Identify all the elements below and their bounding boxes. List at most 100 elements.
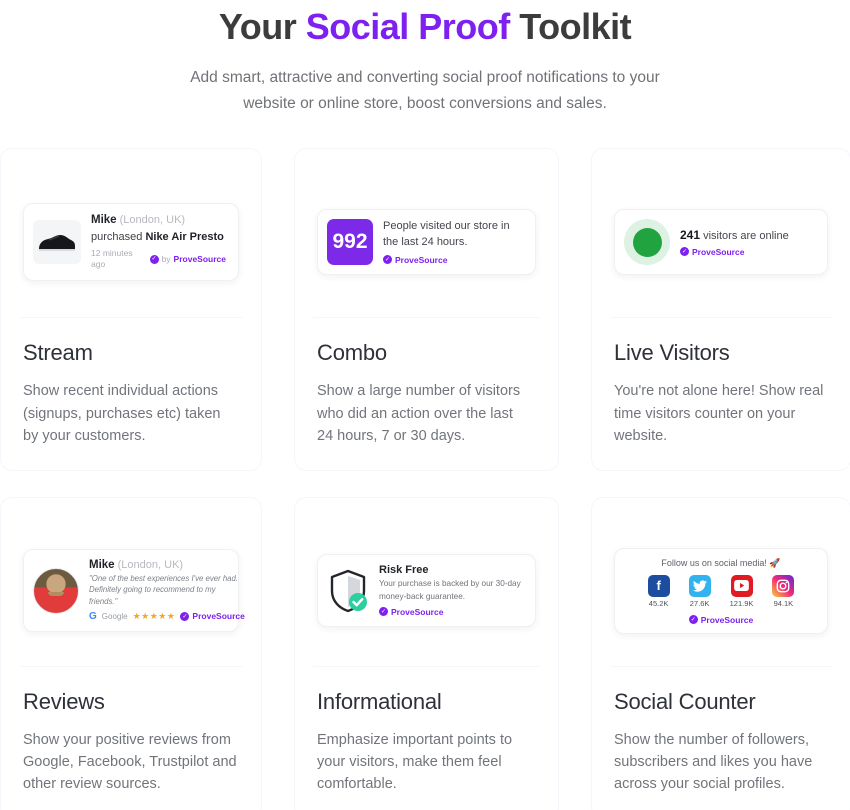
user-avatar-photo — [33, 567, 79, 614]
review-footer: G Google ★★★★★ ✓ ProveSource — [89, 611, 245, 622]
instagram-count: 94.1K — [773, 598, 794, 608]
card-divider — [19, 317, 243, 319]
combo-notification[interactable]: 992 People visited our store in the last… — [317, 209, 536, 276]
live-visitors-footer: ✓ ProveSource — [680, 247, 789, 257]
social-network-youtube[interactable]: 121.9K — [729, 574, 754, 608]
social-network-row: f 45.2K 27.6K 121.9K 94.1K — [647, 574, 795, 608]
verified-check-icon: ✓ — [383, 255, 392, 265]
review-text: Mike (London, UK) "One of the best exper… — [89, 559, 245, 622]
stream-by-label: by — [161, 253, 171, 264]
instagram-icon — [772, 574, 795, 597]
combo-count-badge: 992 — [327, 219, 373, 266]
stream-location: (London, UK) — [119, 214, 186, 227]
social-counter-notification[interactable]: Follow us on social media! 🚀 f 45.2K 27.… — [614, 547, 828, 634]
feature-card-stream[interactable]: Mike (London, UK) purchased Nike Air Pre… — [0, 148, 262, 471]
feature-card-social-counter[interactable]: Follow us on social media! 🚀 f 45.2K 27.… — [591, 496, 850, 810]
shield-check-icon — [327, 568, 369, 614]
feature-card-combo[interactable]: 992 People visited our store in the last… — [294, 148, 559, 471]
feature-card-informational[interactable]: Risk Free Your purchase is backed by our… — [294, 496, 559, 810]
card-description-informational: Emphasize important points to your visit… — [317, 731, 513, 793]
title-part-1: Your — [218, 6, 306, 47]
card-description-combo: Show a large number of visitors who did … — [317, 383, 521, 445]
review-widget-preview: Mike (London, UK) "One of the best exper… — [23, 516, 245, 666]
provesource-brand: ProveSource — [391, 606, 444, 617]
hero-section: Your Social Proof Toolkit Add smart, att… — [0, 0, 850, 116]
live-visitors-notification[interactable]: 241 visitors are online ✓ ProveSource — [614, 209, 828, 276]
youtube-count: 121.9K — [729, 598, 754, 608]
feature-card-grid: Mike (London, UK) purchased Nike Air Pre… — [0, 148, 850, 810]
combo-widget-preview: 992 People visited our store in the last… — [317, 167, 536, 317]
provesource-brand: ProveSource — [700, 614, 754, 625]
review-name-line: Mike (London, UK) — [89, 559, 245, 571]
card-divider — [19, 665, 243, 667]
review-source-label: Google — [101, 611, 128, 621]
card-title-combo: Combo — [317, 340, 387, 366]
sneaker-product-image — [33, 220, 81, 265]
stream-notification[interactable]: Mike (London, UK) purchased Nike Air Pre… — [23, 203, 239, 281]
combo-message: People visited our store in the last 24 … — [383, 220, 510, 248]
stream-widget-preview: Mike (London, UK) purchased Nike Air Pre… — [23, 167, 239, 317]
youtube-icon — [730, 574, 753, 597]
card-description-live-visitors: You're not alone here! Show real time vi… — [614, 383, 824, 445]
card-divider — [610, 317, 832, 319]
feature-card-reviews[interactable]: Mike (London, UK) "One of the best exper… — [0, 496, 262, 810]
twitter-icon — [688, 574, 711, 597]
stream-action-prefix: purchased — [91, 230, 146, 243]
informational-text: Risk Free Your purchase is backed by our… — [379, 564, 523, 617]
social-network-twitter[interactable]: 27.6K — [688, 574, 711, 608]
verified-check-icon: ✓ — [180, 611, 190, 621]
informational-widget-preview: Risk Free Your purchase is backed by our… — [317, 516, 536, 666]
feature-card-live-visitors[interactable]: 241 visitors are online ✓ ProveSource Li… — [591, 148, 850, 471]
live-visitors-count: 241 — [680, 227, 701, 242]
card-divider — [610, 665, 832, 667]
stream-name: Mike — [91, 214, 117, 227]
verified-check-icon: ✓ — [379, 607, 388, 617]
card-title-reviews: Reviews — [23, 688, 105, 714]
social-counter-footer: ✓ ProveSource — [688, 614, 754, 625]
verified-check-icon: ✓ — [680, 247, 689, 257]
page-subtitle: Add smart, attractive and converting soc… — [190, 69, 660, 112]
review-name: Mike — [89, 559, 115, 572]
stream-timestamp: 12 minutes ago — [91, 247, 133, 270]
provesource-brand: ProveSource — [192, 611, 245, 622]
combo-text: People visited our store in the last 24 … — [383, 219, 523, 265]
stream-product: Nike Air Presto — [145, 230, 224, 243]
review-notification[interactable]: Mike (London, UK) "One of the best exper… — [23, 549, 245, 632]
social-network-facebook[interactable]: f 45.2K — [647, 574, 670, 608]
review-brand-group: ✓ ProveSource — [180, 611, 245, 622]
verified-check-icon: ✓ — [149, 254, 159, 264]
verified-check-icon: ✓ — [688, 615, 698, 625]
informational-notification[interactable]: Risk Free Your purchase is backed by our… — [317, 554, 536, 627]
informational-footer: ✓ ProveSource — [379, 607, 523, 617]
informational-body: Your purchase is backed by our 30-day mo… — [379, 579, 521, 601]
review-star-rating: ★★★★★ — [132, 610, 176, 621]
card-title-social-counter: Social Counter — [614, 688, 756, 714]
card-title-live-visitors: Live Visitors — [614, 340, 730, 366]
card-description-reviews: Show your positive reviews from Google, … — [23, 731, 237, 793]
social-network-instagram[interactable]: 94.1K — [772, 574, 795, 608]
stream-text: Mike (London, UK) purchased Nike Air Pre… — [91, 213, 226, 270]
review-location: (London, UK) — [117, 559, 184, 572]
google-g-icon: G — [89, 610, 97, 622]
live-visitors-count-line: 241 visitors are online — [680, 228, 789, 242]
card-description-social-counter: Show the number of followers, subscriber… — [614, 731, 813, 793]
provesource-brand: ProveSource — [692, 246, 745, 257]
stream-name-line: Mike (London, UK) — [91, 213, 226, 229]
social-counter-heading: Follow us on social media! 🚀 — [661, 557, 781, 568]
social-counter-widget-preview: Follow us on social media! 🚀 f 45.2K 27.… — [614, 516, 828, 666]
page-title: Your Social Proof Toolkit — [0, 4, 850, 49]
provesource-brand: ProveSource — [173, 253, 226, 264]
live-visitors-widget-preview: 241 visitors are online ✓ ProveSource — [614, 167, 828, 317]
review-quote: "One of the best experiences I've ever h… — [89, 574, 239, 606]
page-root: Your Social Proof Toolkit Add smart, att… — [0, 0, 850, 810]
live-visitors-text: 241 visitors are online ✓ ProveSource — [680, 228, 789, 257]
title-accent: Social Proof — [305, 6, 511, 47]
facebook-icon: f — [647, 574, 670, 597]
provesource-brand: ProveSource — [395, 254, 448, 265]
twitter-count: 27.6K — [689, 598, 710, 608]
stream-footer: 12 minutes ago ✓ by ProveSource — [91, 248, 226, 271]
card-title-stream: Stream — [23, 340, 93, 366]
card-description-stream: Show recent individual actions (signups,… — [23, 383, 221, 445]
live-green-dot-icon — [624, 219, 670, 266]
card-divider — [313, 665, 540, 667]
